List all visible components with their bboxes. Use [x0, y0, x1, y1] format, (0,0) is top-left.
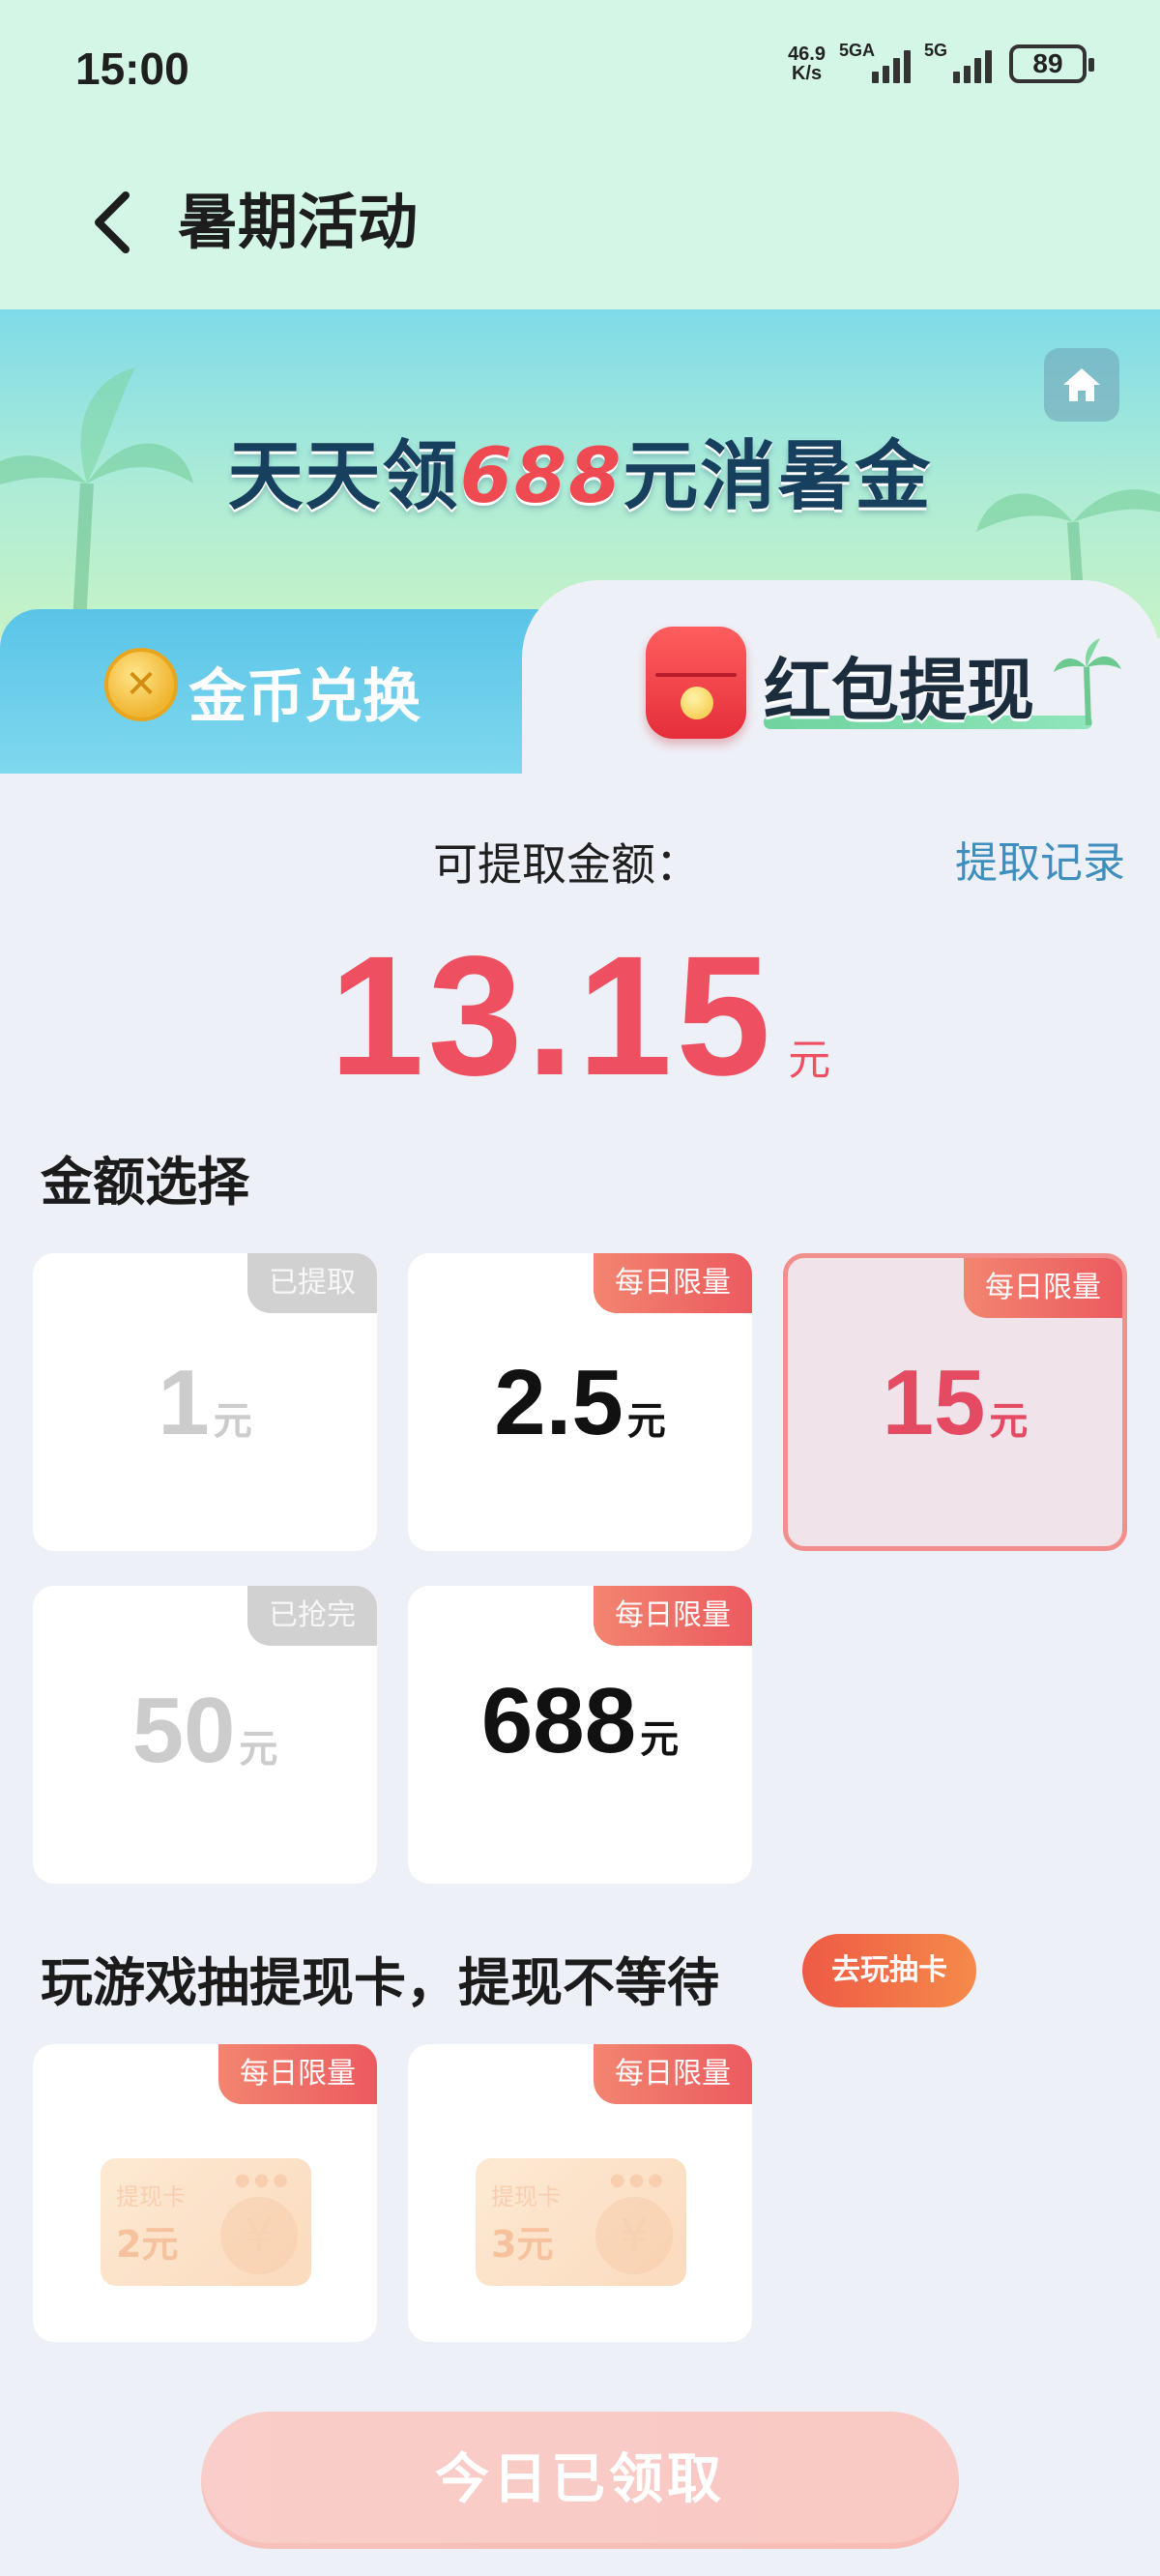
yuan-coin-icon: ¥ — [220, 2197, 298, 2274]
option-status-tag: 每日限量 — [218, 2044, 377, 2104]
amount-option-15[interactable]: 每日限量 15 元 — [783, 1253, 1127, 1551]
option-status-tag: 已提取 — [247, 1253, 377, 1313]
withdraw-card-option-3[interactable]: 每日限量 ●●● 提现卡 3元 ¥ — [408, 2044, 752, 2342]
amount-option-688[interactable]: 每日限量 688 元 — [408, 1586, 752, 1884]
balance-value: 13.15 — [329, 922, 775, 1111]
amount-option-50[interactable]: 已抢完 50 元 — [33, 1586, 377, 1884]
tab-coin-exchange[interactable]: ✕ 金币兑换 — [0, 609, 599, 774]
balance-label: 可提取金额： — [433, 838, 700, 891]
tab-bar: ✕ 金币兑换 红包提现 — [0, 580, 1160, 812]
tab-redpacket-withdraw[interactable]: 红包提现 — [522, 580, 1160, 812]
page-title: 暑期活动 — [178, 187, 419, 257]
network-speed: 46.9 K/s — [788, 44, 826, 84]
gold-coin-icon: ✕ — [104, 648, 178, 721]
home-button[interactable] — [1044, 348, 1119, 422]
amount-option-1[interactable]: 已提取 1元 — [33, 1253, 377, 1551]
signal-5g-icon: 5G — [924, 41, 992, 83]
amount-option-2-5[interactable]: 每日限量 2.5 元 — [408, 1253, 752, 1551]
banner-title: 天天领688元消暑金 — [227, 433, 933, 520]
withdraw-card-image: ●●● 提现卡 2元 ¥ — [101, 2158, 311, 2286]
option-status-tag: 每日限量 — [964, 1258, 1122, 1318]
option-status-tag: 已抢完 — [247, 1586, 377, 1646]
home-icon — [1063, 368, 1100, 401]
tab-redpacket-label: 红包提现 — [764, 651, 1034, 730]
balance-unit: 元 — [788, 1036, 831, 1085]
option-status-tag: 每日限量 — [594, 1586, 752, 1646]
palm-tree-icon — [1054, 638, 1121, 725]
chevron-left-icon — [95, 191, 130, 253]
tab-coin-exchange-label: 金币兑换 — [188, 663, 420, 731]
red-envelope-icon — [646, 627, 746, 739]
page-header: 暑期活动 — [0, 145, 1160, 309]
status-bar: 15:00 46.9 K/s 5GA 5G 89 — [0, 0, 1160, 145]
status-time: 15:00 — [75, 44, 189, 94]
signal-5ga-icon: 5GA — [839, 41, 911, 83]
option-status-tag: 每日限量 — [594, 1253, 752, 1313]
game-section-title: 玩游戏抽提现卡，提现不等待 — [41, 1952, 719, 2013]
amount-section-title: 金额选择 — [41, 1152, 249, 1213]
back-button[interactable] — [85, 184, 143, 261]
play-draw-card-button[interactable]: 去玩抽卡 — [802, 1934, 976, 2007]
withdraw-card-option-2[interactable]: 每日限量 ●●● 提现卡 2元 ¥ — [33, 2044, 377, 2342]
withdraw-card-image: ●●● 提现卡 3元 ¥ — [476, 2158, 686, 2286]
status-icons: 46.9 K/s 5GA 5G 89 — [788, 41, 1094, 84]
claim-button[interactable]: 今日已领取 — [201, 2412, 959, 2549]
balance-amount: 13.15 元 — [0, 919, 1160, 1114]
battery-icon: 89 — [1009, 44, 1094, 83]
withdraw-record-link[interactable]: 提取记录 — [955, 828, 1125, 890]
option-status-tag: 每日限量 — [594, 2044, 752, 2104]
yuan-coin-icon: ¥ — [595, 2197, 673, 2274]
